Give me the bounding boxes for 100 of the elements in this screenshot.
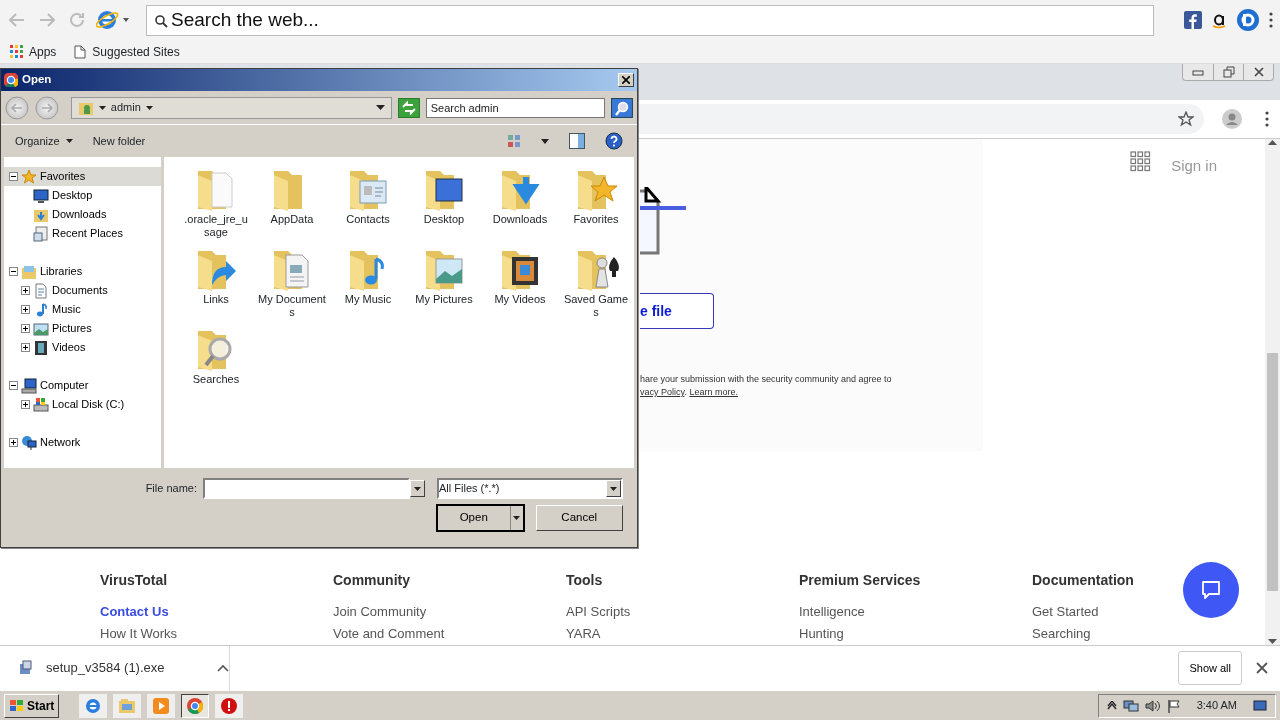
notice-text: hare your submission with the security community and agree to vacy Policy. Learn more. xyxy=(640,373,893,399)
folder-icon xyxy=(118,696,137,715)
cancel-button[interactable]: Cancel xyxy=(535,505,623,531)
folder-item[interactable]: Links xyxy=(178,245,254,325)
stop-icon xyxy=(220,696,239,715)
footer-link[interactable]: Contact Us xyxy=(100,601,169,623)
footer-link[interactable]: Searching xyxy=(1032,623,1091,645)
folder-item[interactable]: Favorites xyxy=(558,165,634,245)
caret-icon[interactable] xyxy=(414,486,421,491)
choose-file-button[interactable]: e file xyxy=(640,293,714,329)
bookmark-link[interactable]: Suggested Sites xyxy=(92,42,180,61)
page-icon[interactable] xyxy=(74,44,87,59)
folder-item[interactable]: .oracle_jre_usage xyxy=(178,165,254,245)
tree-item[interactable]: Documents xyxy=(4,281,161,300)
expand-icon[interactable] xyxy=(9,438,18,447)
folder-item[interactable]: Downloads xyxy=(482,165,558,245)
folder-item[interactable]: My Pictures xyxy=(406,245,482,325)
chat-button[interactable] xyxy=(1183,562,1239,618)
footer-link[interactable]: Intelligence xyxy=(799,601,865,623)
file-type-dropdown[interactable]: All Files (*.*) xyxy=(437,478,623,499)
taskbar-button[interactable] xyxy=(215,693,244,718)
ie-icon[interactable] xyxy=(96,8,132,32)
tree-item[interactable]: Recent Places xyxy=(4,224,161,243)
tree-item[interactable]: Pictures xyxy=(4,319,161,338)
view-options-icon[interactable] xyxy=(507,134,521,148)
chevron-up-icon[interactable] xyxy=(217,664,229,672)
folder-item[interactable]: My Music xyxy=(330,245,406,325)
close-icon[interactable] xyxy=(1256,662,1268,674)
scrollbar[interactable] xyxy=(1265,139,1280,645)
footer-link[interactable]: API Scripts xyxy=(566,601,631,623)
profile-badge-icon[interactable] xyxy=(1236,8,1260,32)
folder-item[interactable]: AppData xyxy=(254,165,330,245)
tree-item[interactable]: Downloads xyxy=(4,205,161,224)
chevron-up-icon[interactable] xyxy=(1106,700,1117,711)
taskbar-button[interactable] xyxy=(181,693,210,718)
download-filename[interactable]: setup_v3584 (1).exe xyxy=(46,658,165,678)
tree-item[interactable]: Music xyxy=(4,300,161,319)
folder-item[interactable]: My Videos xyxy=(482,245,558,325)
file-name-field[interactable] xyxy=(203,478,410,499)
collapse-icon[interactable] xyxy=(9,172,18,181)
expand-icon[interactable] xyxy=(21,286,30,295)
flag-icon[interactable] xyxy=(1166,698,1181,713)
menu-icon[interactable] xyxy=(1268,11,1274,29)
collapse-icon[interactable] xyxy=(9,381,18,390)
help-icon[interactable] xyxy=(605,132,623,150)
caret-icon[interactable] xyxy=(145,105,153,110)
tree-item[interactable]: Libraries xyxy=(4,262,161,281)
footer-link[interactable]: Join Community xyxy=(333,601,427,623)
refresh-icon[interactable] xyxy=(397,97,420,118)
show-all-button[interactable]: Show all xyxy=(1178,650,1242,686)
volume-icon[interactable] xyxy=(1144,698,1161,713)
search-field[interactable]: Search admin xyxy=(425,97,606,118)
preview-pane-icon[interactable] xyxy=(569,133,585,149)
apps-grid-icon[interactable] xyxy=(10,45,23,58)
learn-more-link[interactable]: Learn more. xyxy=(689,387,738,397)
tree-item[interactable]: Computer xyxy=(4,376,161,395)
bookmark-link[interactable]: Apps xyxy=(29,42,57,61)
start-button[interactable]: Start xyxy=(4,693,60,718)
tree-item[interactable]: Network xyxy=(4,433,161,452)
avatar-icon[interactable] xyxy=(1222,109,1242,129)
star-icon[interactable] xyxy=(1178,111,1194,127)
expand-icon[interactable] xyxy=(21,400,30,409)
desktop-icon[interactable] xyxy=(1253,699,1267,712)
footer-link[interactable]: Get Started xyxy=(1032,601,1099,623)
search-field[interactable]: Search the web... xyxy=(146,4,1154,36)
collapse-icon[interactable] xyxy=(9,267,18,276)
dropdown-button[interactable] xyxy=(410,480,425,497)
caret-icon[interactable] xyxy=(610,486,617,491)
expand-icon[interactable] xyxy=(21,305,30,314)
organize-menu[interactable]: Organize xyxy=(15,132,73,150)
address-bar[interactable]: admin xyxy=(70,96,392,119)
open-button[interactable]: Open xyxy=(437,505,524,531)
footer-link[interactable]: How It Works xyxy=(100,623,178,645)
footer-link[interactable]: Hunting xyxy=(799,623,844,645)
footer-link[interactable]: YARA xyxy=(566,623,601,645)
network-icon[interactable] xyxy=(1122,698,1139,713)
footer-link[interactable]: Vote and Comment xyxy=(333,623,445,645)
folder-item[interactable]: Searches xyxy=(178,325,254,405)
tree-item[interactable]: Desktop xyxy=(4,186,161,205)
facebook-icon[interactable] xyxy=(1184,11,1202,29)
tree-item[interactable]: Local Disk (C:) xyxy=(4,395,161,414)
caret-icon[interactable] xyxy=(375,105,385,110)
tree-item[interactable]: Videos xyxy=(4,338,161,357)
caret-icon[interactable] xyxy=(513,516,520,520)
expand-icon[interactable] xyxy=(21,343,30,352)
minimize-icon[interactable] xyxy=(1192,68,1204,76)
folder-item[interactable]: Saved Games xyxy=(558,245,634,325)
folder-item[interactable]: My Documents xyxy=(254,245,330,325)
expand-icon[interactable] xyxy=(21,324,30,333)
apps-grid-icon[interactable] xyxy=(1130,151,1152,172)
close-icon[interactable] xyxy=(1252,66,1265,78)
folder-item[interactable]: Contacts xyxy=(330,165,406,245)
new-folder-button[interactable]: New folder xyxy=(92,132,146,150)
caret-icon[interactable] xyxy=(98,105,106,110)
folder-item[interactable]: Desktop xyxy=(406,165,482,245)
close-button[interactable] xyxy=(618,73,634,87)
menu-icon[interactable] xyxy=(1264,110,1270,128)
search-icon[interactable] xyxy=(611,97,633,118)
restore-icon[interactable] xyxy=(1222,66,1235,78)
tree-item[interactable]: Favorites xyxy=(4,167,161,186)
